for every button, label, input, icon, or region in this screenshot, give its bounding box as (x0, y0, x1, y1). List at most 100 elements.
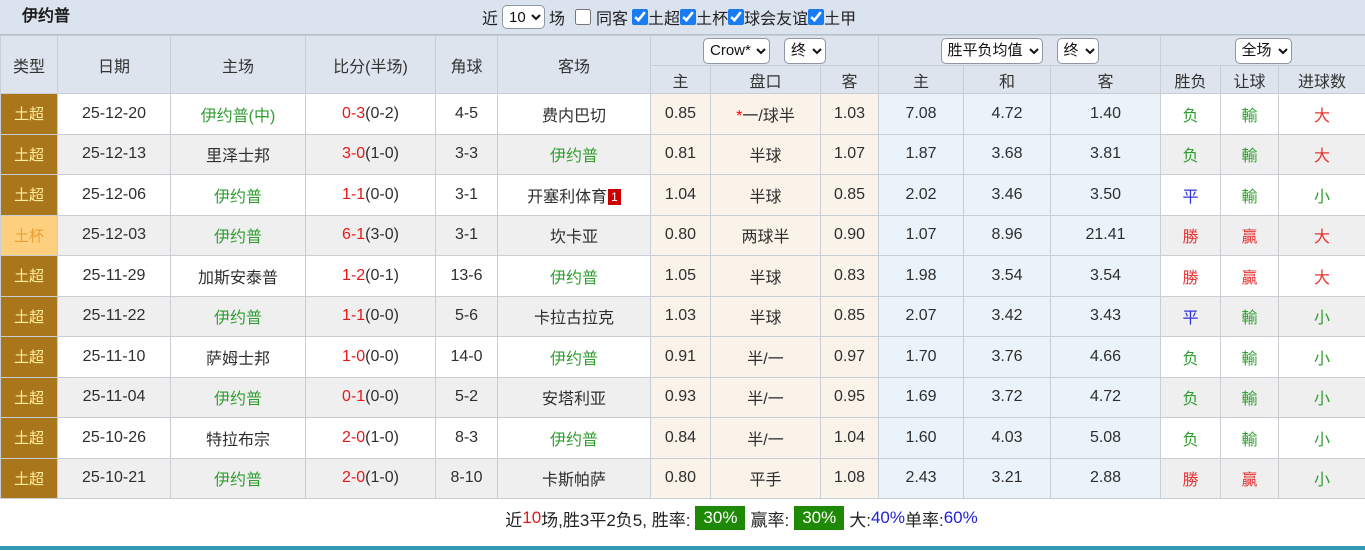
corners-cell: 8-10 (435, 457, 498, 499)
avg-home-cell: 1.60 (878, 417, 965, 459)
col-header-away: 客场 (497, 35, 651, 94)
score-cell: 1-2(0-1) (305, 255, 436, 297)
scope-select[interactable]: 全场 (1234, 37, 1292, 64)
corners-cell: 5-6 (435, 295, 498, 337)
table-row: 土超 25-11-04 伊约普 0-1(0-0) 5-2 安塔利亚 0.93 半/一 0.95 1… (0, 376, 1365, 418)
home-team-cell: 伊约普 (170, 214, 306, 256)
halftime-score: (1-0) (365, 428, 399, 446)
league-label: 球会友谊 (744, 11, 809, 28)
avg-draw-cell: 3.42 (963, 295, 1052, 337)
goals-cell: 小 (1278, 336, 1365, 378)
subcol-handicap-result: 让球 (1220, 65, 1280, 94)
halftime-score: (0-1) (365, 266, 399, 284)
home-team-cell: 伊约普 (170, 174, 306, 216)
halftime-score: (0-0) (365, 388, 399, 406)
odds-away-cell: 0.90 (819, 214, 880, 256)
halftime-score: (1-0) (365, 469, 399, 487)
col-header-type: 类型 (0, 35, 58, 94)
avg-away-cell: 3.50 (1050, 174, 1162, 216)
odds-home-cell: 0.80 (650, 214, 711, 256)
handicap-result-cell: 贏 (1220, 214, 1280, 256)
table-row: 土杯 25-12-03 伊约普 6-1(3-0) 3-1 坎卡亚 0.80 两球半 0.90 1.… (0, 214, 1365, 256)
avg-state-select[interactable]: 终 (1056, 37, 1099, 64)
score-cell: 1-1(0-0) (305, 295, 436, 337)
goals-cell: 小 (1278, 376, 1365, 418)
odds-home-cell: 1.04 (650, 174, 711, 216)
corners-cell: 3-3 (435, 133, 498, 175)
away-team-name: 卡拉古拉克 (533, 310, 614, 328)
away-team-name: 费内巴切 (541, 107, 606, 125)
odds-away-cell: 0.85 (819, 295, 880, 337)
home-team-name: 伊约普 (213, 188, 262, 206)
avg-away-cell: 21.41 (1050, 214, 1162, 256)
handicap-cell: 半/一 (710, 417, 821, 459)
odds-company-select[interactable]: Crow* (703, 37, 770, 64)
date-cell: 25-11-22 (57, 295, 171, 337)
home-team-name: 里泽士邦 (205, 148, 270, 166)
avg-home-cell: 1.98 (878, 255, 965, 297)
handicap-cell: *一/球半 (710, 93, 821, 135)
handicap-cell: 半/一 (710, 376, 821, 418)
type-cell: 土超 (0, 417, 58, 459)
type-cell: 土超 (0, 133, 58, 175)
home-team-cell: 伊约普(中) (170, 93, 306, 135)
score-cell: 2-0(1-0) (305, 457, 436, 499)
type-cell: 土超 (0, 295, 58, 337)
league-checkbox-2[interactable] (728, 9, 745, 25)
home-team-cell: 萨姆士邦 (170, 336, 306, 378)
league-label: 土超 (648, 11, 681, 28)
same-away-checkbox[interactable] (575, 9, 592, 25)
recent-label: 近 (482, 11, 499, 28)
type-cell: 土杯 (0, 214, 58, 256)
halftime-score: (1-0) (365, 145, 399, 163)
filter-controls: 近 10 场 同客 土超 土杯 球会友谊 土甲 (482, 0, 856, 34)
summary-text: 赢率: (750, 510, 790, 530)
subcol-result: 胜负 (1160, 65, 1222, 94)
score-cell: 1-1(0-0) (305, 174, 436, 216)
handicap-text: 半球 (749, 148, 782, 166)
match-rows: 土超 25-12-20 伊约普(中) 0-3(0-2) 4-5 费内巴切 0.85 *一/球半… (0, 93, 1365, 499)
team-badge: 1 (608, 188, 621, 205)
table-header: 类型 日期 主场 比分(半场) 角球 客场 Crow* 终 胜平负均值 终 全场 (0, 35, 1365, 94)
handicap-text: 半/一 (747, 391, 784, 409)
handicap-text: 半/一 (747, 350, 784, 368)
rate-badge: 30% (695, 506, 746, 530)
summary-text: 近 (505, 510, 523, 530)
avg-draw-cell: 8.96 (963, 214, 1052, 256)
halftime-score: (3-0) (365, 226, 399, 244)
halftime-score: (0-0) (365, 185, 399, 203)
handicap-cell: 半球 (710, 295, 821, 337)
col-header-score: 比分(半场) (305, 35, 436, 94)
score-cell: 2-0(1-0) (305, 417, 436, 459)
goals-cell: 小 (1278, 457, 1365, 499)
table-row: 土超 25-11-29 加斯安泰普 1-2(0-1) 13-6 伊约普 1.05 半球 0.83… (0, 255, 1365, 297)
handicap-text: 半球 (749, 269, 782, 287)
table-row: 土超 25-10-26 特拉布宗 2-0(1-0) 8-3 伊约普 0.84 半/一 1.04 1… (0, 417, 1365, 459)
type-cell: 土超 (0, 255, 58, 297)
league-checkbox-1[interactable] (680, 9, 697, 25)
avg-type-select[interactable]: 胜平负均值 (940, 37, 1043, 64)
odds-away-cell: 1.03 (819, 93, 880, 135)
handicap-result-cell: 輸 (1220, 133, 1280, 175)
away-team-cell: 卡拉古拉克 (497, 295, 651, 337)
date-cell: 25-12-03 (57, 214, 171, 256)
summary-text: 60% (943, 508, 978, 527)
league-checkbox-0[interactable] (632, 9, 649, 25)
goals-cell: 小 (1278, 174, 1365, 216)
home-team-name: 伊约普 (213, 310, 262, 328)
league-checkbox-3[interactable] (808, 9, 825, 25)
handicap-cell: 半球 (710, 133, 821, 175)
bottom-accent-bar (0, 546, 1365, 550)
away-team-cell: 坎卡亚 (497, 214, 651, 256)
halftime-score: (0-2) (365, 104, 399, 122)
avg-home-cell: 7.08 (878, 93, 965, 135)
odds-state-select[interactable]: 终 (784, 37, 826, 64)
home-team-cell: 伊约普 (170, 376, 306, 418)
odds-away-cell: 0.95 (819, 376, 880, 418)
date-cell: 25-12-06 (57, 174, 171, 216)
handicap-result-cell: 輸 (1220, 93, 1280, 135)
recent-count-select[interactable]: 10 (502, 5, 546, 29)
league-checkbox-group: 土超 土杯 球会友谊 土甲 (632, 5, 856, 29)
avg-away-cell: 4.72 (1050, 376, 1162, 418)
home-team-name: 特拉布宗 (205, 431, 270, 449)
